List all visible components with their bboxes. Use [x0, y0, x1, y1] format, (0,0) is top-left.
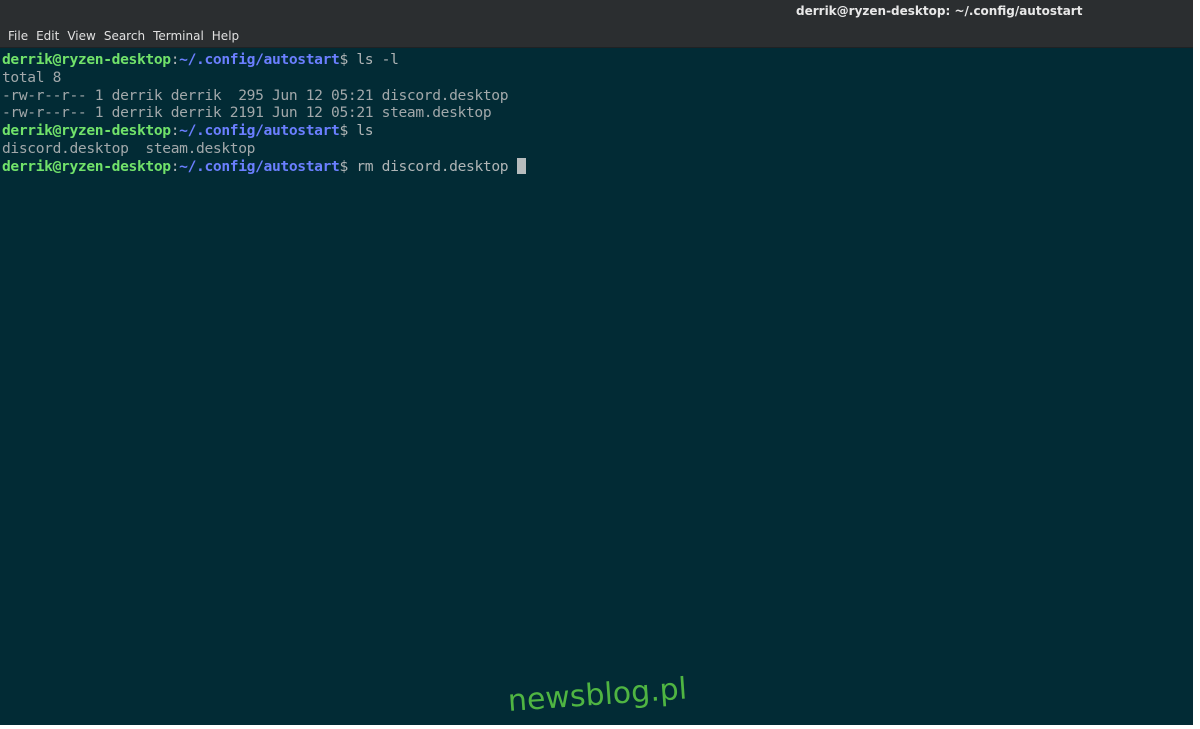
window-title: derrik@ryzen-desktop: ~/.config/autostar… [796, 4, 1083, 18]
terminal-output-line: discord.desktop steam.desktop [2, 139, 256, 157]
menu-bar: File Edit View Search Terminal Help [0, 24, 1193, 48]
terminal-output-line: -rw-r--r-- 1 derrik derrik 295 Jun 12 05… [2, 86, 509, 104]
command-text: rm discord.desktop [347, 157, 517, 175]
prompt-path: ~/.config/autostart [179, 51, 340, 68]
prompt-dollar: $ [339, 51, 348, 68]
terminal-output-line: total 8 [2, 68, 62, 86]
terminal-line-prompt-3: derrik@ryzen-desktop:~/.config/autostart… [2, 157, 1191, 176]
text-cursor [516, 157, 526, 174]
title-bar[interactable]: derrik@ryzen-desktop: ~/.config/autostar… [0, 0, 1193, 24]
terminal-window: derrik@ryzen-desktop: ~/.config/autostar… [0, 0, 1193, 725]
prompt-user-host: derrik@ryzen-desktop [2, 122, 171, 140]
menu-view[interactable]: View [63, 29, 99, 43]
command-text: ls -l [347, 51, 399, 68]
menu-search[interactable]: Search [100, 29, 149, 43]
prompt-colon: : [170, 51, 180, 68]
terminal-line-prompt-1: derrik@ryzen-desktop:~/.config/autostart… [2, 51, 1191, 69]
prompt-user-host: derrik@ryzen-desktop [2, 51, 171, 68]
prompt-user-host: derrik@ryzen-desktop [2, 157, 171, 175]
terminal-line-prompt-2: derrik@ryzen-desktop:~/.config/autostart… [2, 122, 1191, 140]
command-text: ls [347, 122, 374, 140]
prompt-dollar: $ [339, 122, 348, 140]
terminal-output-area[interactable]: derrik@ryzen-desktop:~/.config/autostart… [0, 49, 1193, 725]
menu-edit[interactable]: Edit [32, 29, 63, 43]
prompt-dollar: $ [339, 157, 348, 175]
prompt-colon: : [170, 157, 180, 175]
menu-terminal[interactable]: Terminal [149, 29, 208, 43]
prompt-colon: : [170, 122, 180, 140]
menu-help[interactable]: Help [208, 29, 243, 43]
prompt-path: ~/.config/autostart [179, 157, 340, 175]
menu-file[interactable]: File [4, 29, 32, 43]
terminal-output-line: -rw-r--r-- 1 derrik derrik 2191 Jun 12 0… [2, 104, 492, 122]
prompt-path: ~/.config/autostart [179, 122, 340, 140]
